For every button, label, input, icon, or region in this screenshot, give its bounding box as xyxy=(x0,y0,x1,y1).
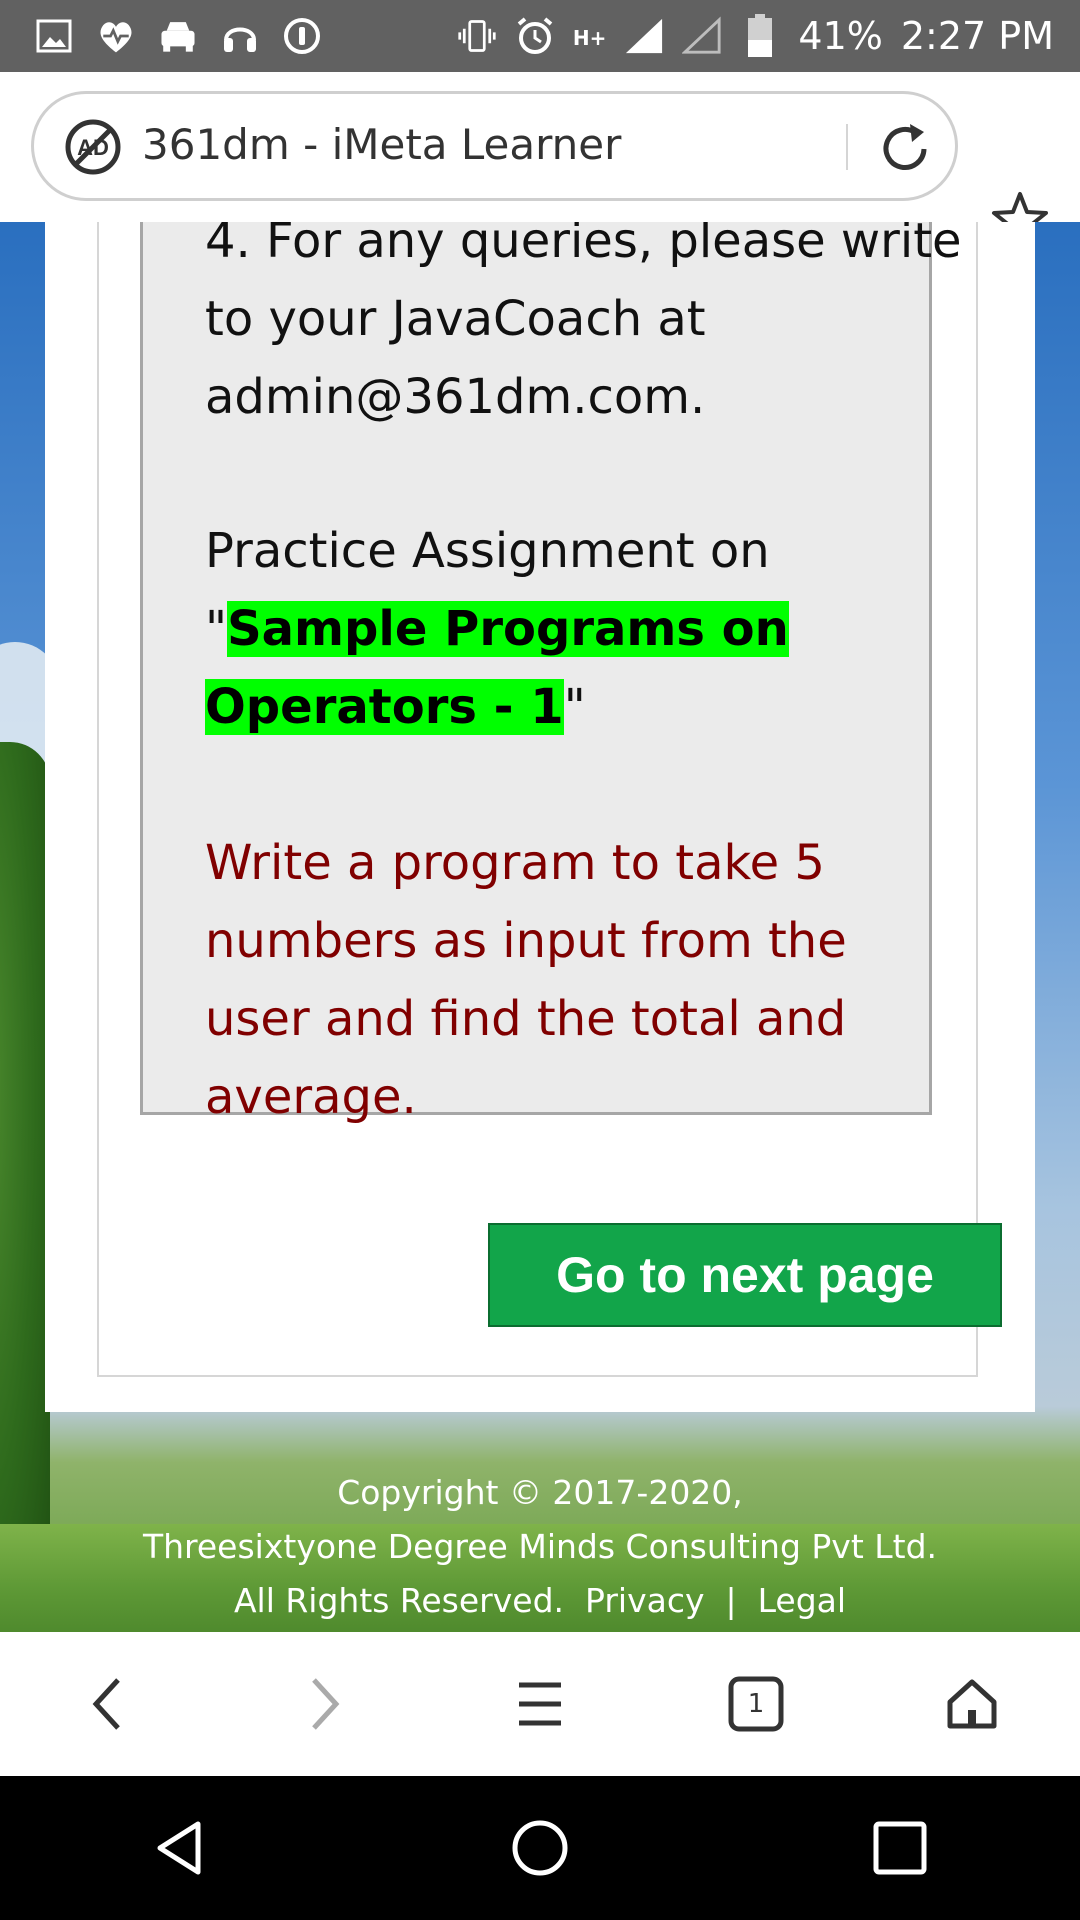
privacy-link[interactable]: Privacy xyxy=(585,1581,704,1620)
web-page[interactable]: 4. For any queries, please write to your… xyxy=(0,222,1080,1632)
task-description: Write a program to take 5 numbers as inp… xyxy=(205,835,847,1125)
footer-links-line: All Rights Reserved. Privacy | Legal xyxy=(0,1574,1080,1628)
tab-count: 1 xyxy=(747,1689,765,1719)
vibrate-icon xyxy=(457,16,497,56)
query-note: 4. For any queries, please write to your… xyxy=(205,222,962,425)
battery-icon xyxy=(740,14,780,57)
battery-percent: 41% xyxy=(798,14,883,58)
page-title: 361dm - iMeta Learner xyxy=(142,120,622,169)
system-back-icon[interactable] xyxy=(140,1808,220,1888)
address-bar-divider xyxy=(846,124,848,170)
system-recents-icon[interactable] xyxy=(860,1808,940,1888)
headset-icon xyxy=(220,16,260,56)
menu-icon[interactable] xyxy=(500,1664,580,1744)
alarm-icon xyxy=(515,16,555,56)
next-page-button[interactable]: Go to next page xyxy=(488,1223,1002,1327)
legal-link[interactable]: Legal xyxy=(758,1581,846,1620)
home-icon[interactable] xyxy=(932,1664,1012,1744)
back-icon[interactable] xyxy=(68,1664,148,1744)
quote-close: " xyxy=(563,679,586,735)
network-type-label: H+ xyxy=(572,26,607,50)
practice-title: Sample Programs on Operators - 1 xyxy=(205,601,789,735)
gallery-icon xyxy=(34,16,74,56)
practice-assignment-heading: Practice Assignment on "Sample Programs … xyxy=(205,512,965,746)
system-nav-bar xyxy=(0,1776,1080,1920)
rights-text: All Rights Reserved. xyxy=(233,1581,565,1620)
clock: 2:27 PM xyxy=(900,14,1054,58)
quote-open: " xyxy=(205,601,228,657)
copyright-line: Copyright © 2017-2020, xyxy=(337,1473,743,1512)
forward-icon[interactable] xyxy=(284,1664,364,1744)
health-icon xyxy=(96,16,136,56)
status-bar: H+ 41% 2:27 PM xyxy=(0,0,1080,72)
address-bar[interactable]: AD 361dm - iMeta Learner xyxy=(31,91,958,201)
signal-empty-icon xyxy=(682,16,722,56)
content-panel: 4. For any queries, please write to your… xyxy=(45,222,1035,1412)
system-home-icon[interactable] xyxy=(500,1808,580,1888)
info-circle-icon xyxy=(282,16,322,56)
practice-prefix: Practice Assignment on xyxy=(205,523,770,579)
company-line: Threesixtyone Degree Minds Consulting Pv… xyxy=(142,1527,938,1566)
footer: Copyright © 2017-2020, Threesixtyone Deg… xyxy=(0,1466,1080,1628)
browser-bottom-bar: 1 xyxy=(0,1632,1080,1776)
browser-toolbar: AD 361dm - iMeta Learner xyxy=(0,72,1080,246)
adblock-icon[interactable]: AD xyxy=(64,118,122,176)
car-icon xyxy=(158,16,198,56)
tabs-icon[interactable]: 1 xyxy=(716,1664,796,1744)
signal-icon xyxy=(624,16,664,56)
reload-icon[interactable] xyxy=(874,118,936,180)
footer-separator: | xyxy=(725,1581,737,1620)
